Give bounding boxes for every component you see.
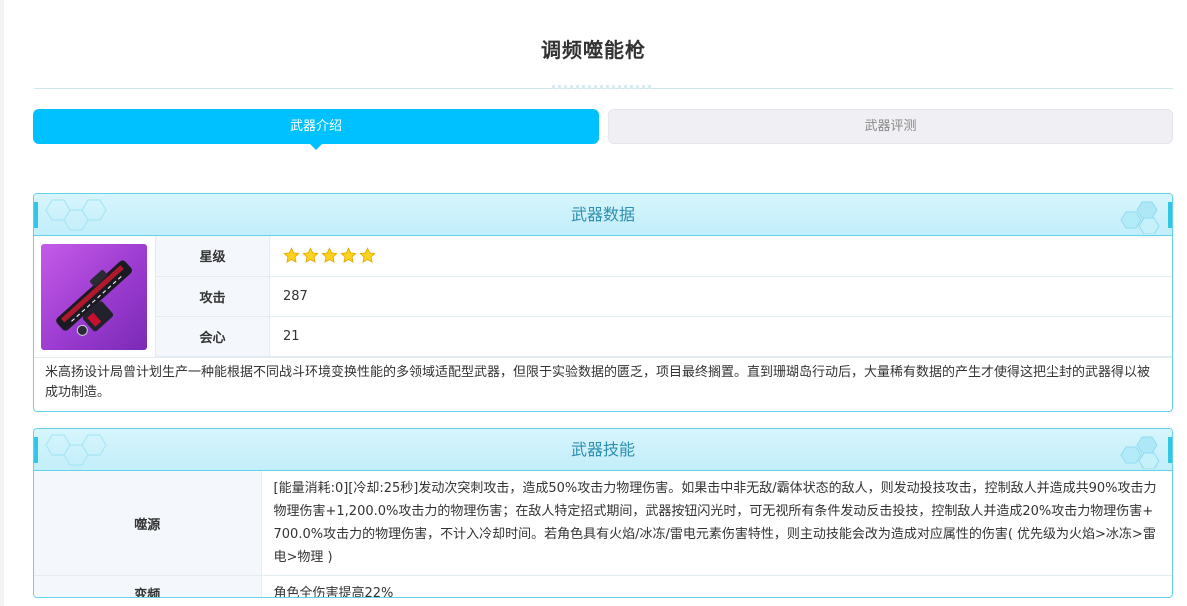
hexagon-pattern-icon bbox=[1120, 201, 1160, 234]
hexagon-pattern-icon bbox=[1120, 436, 1160, 469]
weapon-data-header: 武器数据 bbox=[34, 194, 1172, 236]
skill-description: 角色全伤害提高22% bbox=[261, 575, 1172, 597]
star-icon bbox=[340, 247, 357, 264]
skill-label: 噬源 bbox=[34, 471, 262, 576]
stat-row-attack: 攻击 287 bbox=[155, 276, 1172, 317]
title-divider-decoration bbox=[552, 85, 652, 89]
stat-label: 会心 bbox=[155, 316, 270, 357]
weapon-data-heading: 武器数据 bbox=[570, 205, 635, 224]
skill-description: [能量消耗:0][冷却:25秒]发动次突刺攻击，造成50%攻击力物理伤害。如果击… bbox=[273, 481, 1157, 565]
header-edge-left bbox=[34, 437, 38, 463]
header-edge-right bbox=[1168, 437, 1172, 463]
stat-label: 攻击 bbox=[155, 276, 270, 317]
weapon-gun-art bbox=[56, 260, 132, 336]
stat-label: 星级 bbox=[155, 236, 270, 277]
header-edge-right bbox=[1168, 202, 1172, 228]
weapon-description: 米高扬设计局曾计划生产一种能根据不同战斗环境变换性能的多领域适配型武器，但限于实… bbox=[34, 357, 1172, 409]
star-icon bbox=[302, 247, 319, 264]
skill-row-active: 噬源 [能量消耗:0][冷却:25秒]发动次突刺攻击，造成50%攻击力物理伤害。… bbox=[34, 471, 1172, 576]
page-title: 调频噬能枪 bbox=[541, 38, 646, 62]
weapon-skills-panel: 武器技能 噬源 [能量消耗:0][冷却:25秒]发动次突刺攻击，造成50%攻击力… bbox=[33, 428, 1173, 598]
weapon-skills-header: 武器技能 bbox=[34, 429, 1172, 471]
rarity-stars bbox=[283, 247, 1172, 264]
star-icon bbox=[283, 247, 300, 264]
page-edge bbox=[0, 0, 4, 606]
header-edge-left bbox=[34, 202, 38, 228]
stat-row-crit: 会心 21 bbox=[155, 316, 1172, 357]
star-icon bbox=[321, 247, 338, 264]
tab-weapon-review-label: 武器评测 bbox=[864, 119, 917, 134]
tab-weapon-intro[interactable]: 武器介绍 bbox=[33, 109, 599, 150]
skill-label: 变频 bbox=[34, 575, 262, 597]
star-icon bbox=[359, 247, 376, 264]
tab-weapon-intro-label: 武器介绍 bbox=[289, 119, 342, 134]
stat-value-stars bbox=[269, 236, 1172, 277]
stat-value: 287 bbox=[269, 276, 1172, 317]
tab-weapon-review[interactable]: 武器评测 bbox=[608, 109, 1173, 144]
weapon-gun-icon bbox=[41, 244, 147, 350]
stat-row-rarity: 星级 bbox=[155, 236, 1172, 277]
skill-row-passive: 变频 角色全伤害提高22% bbox=[34, 575, 1172, 597]
weapon-stats-table: 星级 攻击 287 会心 21 bbox=[155, 236, 1172, 357]
weapon-data-panel: 武器数据 星级 攻击 287 会心 21 米高扬设计局曾计划生产一种能根据不同战… bbox=[33, 193, 1173, 412]
stat-value: 21 bbox=[269, 316, 1172, 357]
active-tab-pointer bbox=[310, 144, 322, 150]
hexagon-pattern-icon bbox=[45, 199, 107, 231]
hexagon-pattern-icon bbox=[45, 434, 107, 466]
weapon-stats-section: 星级 攻击 287 会心 21 bbox=[34, 236, 1172, 357]
weapon-skills-heading: 武器技能 bbox=[570, 440, 635, 459]
weapon-skills-table: 噬源 [能量消耗:0][冷却:25秒]发动次突刺攻击，造成50%攻击力物理伤害。… bbox=[34, 471, 1172, 597]
tab-bar: 武器介绍 武器评测 bbox=[33, 109, 1173, 150]
